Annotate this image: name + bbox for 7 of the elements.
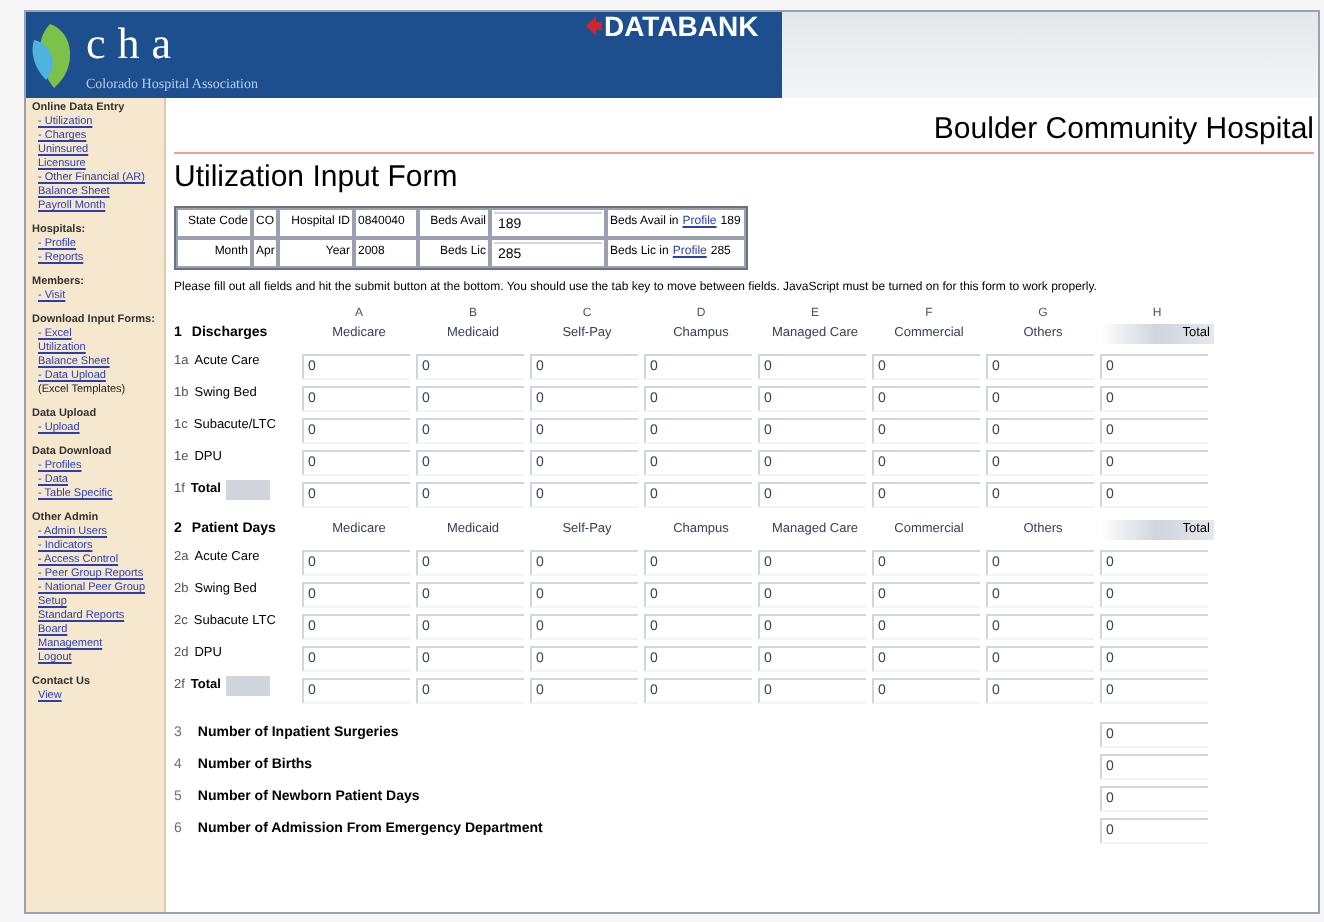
arrow-icon [586, 16, 602, 36]
logo-text: cha [86, 20, 186, 68]
shaded-area [226, 676, 271, 696]
banner-title: DATABANK [604, 12, 759, 40]
hospital-name: Boulder Community Hospital [933, 110, 1314, 151]
shaded-area [226, 480, 271, 500]
form-title: Utilization Input Form [174, 160, 460, 196]
